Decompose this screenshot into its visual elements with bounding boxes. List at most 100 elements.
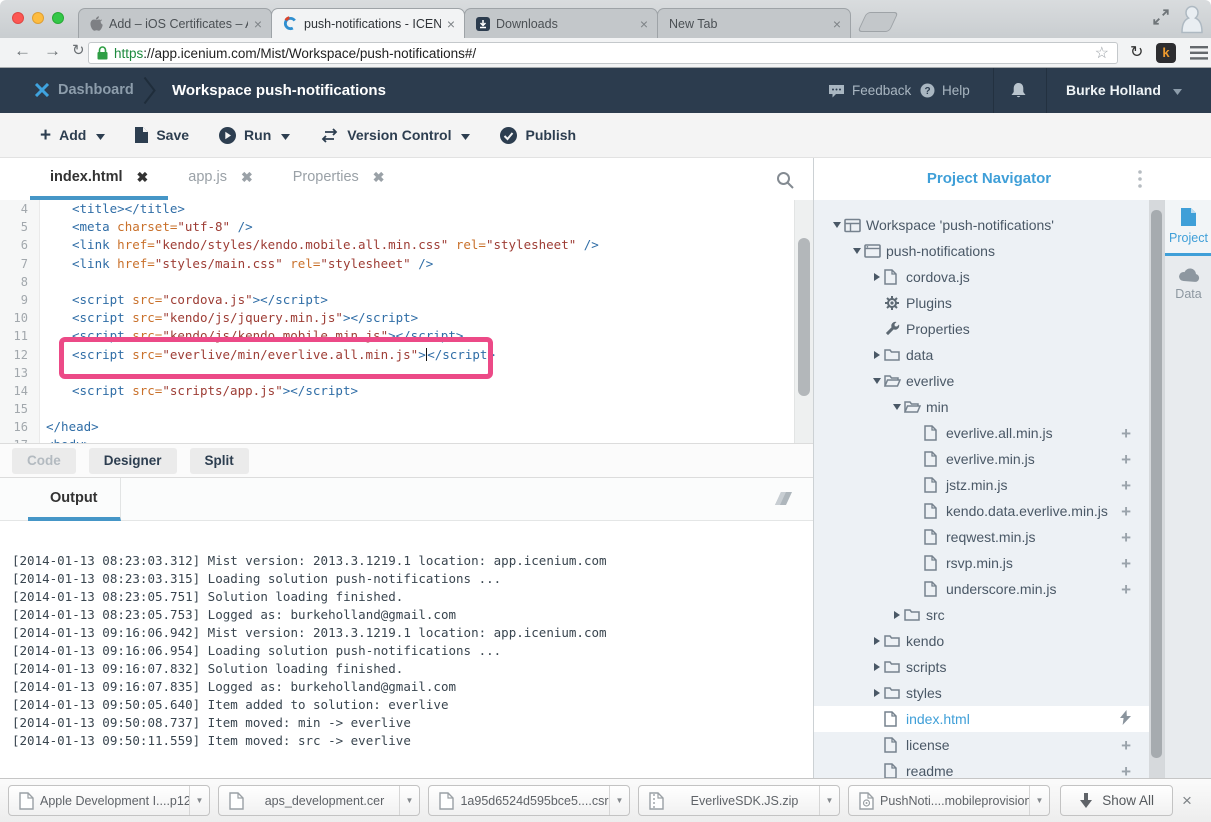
help-button[interactable]: ? Help [920, 83, 970, 98]
collapse-icon[interactable] [870, 378, 884, 384]
download-item-menu-icon[interactable]: ▼ [1029, 786, 1049, 815]
add-item-icon[interactable]: + [1121, 529, 1131, 546]
add-item-icon[interactable]: + [1121, 555, 1131, 572]
code-line[interactable]: 14<script src="scripts/app.js"></script> [0, 382, 813, 400]
back-icon[interactable]: ← [14, 41, 31, 61]
tab-close-icon[interactable]: ✖ [137, 169, 149, 186]
tab-close-icon[interactable]: × [640, 17, 648, 31]
tree-item-scripts[interactable]: scripts [814, 654, 1149, 680]
download-item-menu-icon[interactable]: ▼ [819, 786, 839, 815]
add-item-icon[interactable]: + [1121, 477, 1131, 494]
side-tab-data[interactable]: Data [1165, 256, 1211, 312]
save-button[interactable]: Save [135, 127, 189, 143]
tree-item-properties[interactable]: Properties [814, 316, 1149, 342]
code-line[interactable]: 10<script src="kendo/js/jquery.min.js"><… [0, 309, 813, 327]
zoom-window-button[interactable] [52, 12, 64, 24]
code-editor[interactable]: 4<title></title>5<meta charset="utf-8" /… [0, 200, 813, 443]
tree-item-readme[interactable]: readme+ [814, 758, 1149, 778]
browser-tab[interactable]: Downloads× [464, 8, 658, 38]
tab-close-icon[interactable]: ✖ [241, 169, 253, 186]
expand-icon[interactable] [870, 663, 884, 671]
code-line[interactable]: 4<title></title> [0, 200, 813, 218]
add-item-icon[interactable]: + [1121, 581, 1131, 598]
collapse-icon[interactable] [850, 248, 864, 254]
expand-icon[interactable] [870, 689, 884, 697]
side-tab-project[interactable]: Project [1165, 200, 1211, 256]
bookmark-star-icon[interactable]: ☆ [1095, 43, 1109, 63]
tree-item-kendo-data-everlive-min-js[interactable]: kendo.data.everlive.min.js+ [814, 498, 1149, 524]
download-item[interactable]: PushNoti....mobileprovision▼ [848, 785, 1050, 816]
code-line[interactable]: 15 [0, 400, 813, 418]
download-item-menu-icon[interactable]: ▼ [189, 786, 209, 815]
collapse-icon[interactable] [890, 404, 904, 410]
fullscreen-icon[interactable] [1152, 8, 1170, 31]
tab-close-icon[interactable]: × [254, 17, 262, 31]
feedback-button[interactable]: Feedback [828, 83, 911, 98]
tree-scrollbar-thumb[interactable] [1151, 210, 1162, 758]
code-line[interactable]: 9<script src="cordova.js"></script> [0, 291, 813, 309]
code-line[interactable]: 5<meta charset="utf-8" /> [0, 218, 813, 236]
expand-icon[interactable] [870, 273, 884, 281]
url-field[interactable]: https://app.icenium.com/Mist/Workspace/p… [88, 42, 1118, 64]
code-line[interactable]: 8 [0, 273, 813, 291]
tree-item-workspace-push-notifications-[interactable]: Workspace 'push-notifications' [814, 212, 1149, 238]
extension-sync-icon[interactable]: ↻ [1130, 42, 1143, 62]
add-item-icon[interactable]: + [1121, 737, 1131, 754]
tree-item-data[interactable]: data [814, 342, 1149, 368]
add-button[interactable]: + Add [40, 126, 105, 145]
editor-scrollbar[interactable] [794, 200, 813, 443]
add-item-icon[interactable]: + [1121, 425, 1131, 442]
tree-item-everlive[interactable]: everlive [814, 368, 1149, 394]
editor-tab-index-html[interactable]: index.html✖ [30, 158, 168, 200]
tree-scrollbar[interactable] [1149, 200, 1164, 778]
tab-close-icon[interactable]: × [447, 17, 455, 31]
tree-item-cordova-js[interactable]: cordova.js [814, 264, 1149, 290]
add-item-icon[interactable]: + [1121, 763, 1131, 779]
user-silhouette-icon[interactable] [1180, 3, 1204, 41]
clear-output-icon[interactable] [773, 491, 793, 511]
add-item-icon[interactable]: + [1121, 451, 1131, 468]
tree-item-underscore-min-js[interactable]: underscore.min.js+ [814, 576, 1149, 602]
download-item[interactable]: EverliveSDK.JS.zip▼ [638, 785, 840, 816]
publish-button[interactable]: Publish [500, 127, 576, 144]
run-button[interactable]: Run [219, 127, 290, 144]
user-menu[interactable]: Burke Holland [1066, 82, 1182, 98]
search-icon[interactable] [776, 171, 794, 194]
tree-item-plugins[interactable]: Plugins [814, 290, 1149, 316]
download-item[interactable]: Apple Development I....p12▼ [8, 785, 210, 816]
tree-item-push-notifications[interactable]: push-notifications [814, 238, 1149, 264]
tree-item-styles[interactable]: styles [814, 680, 1149, 706]
browser-tab[interactable]: Add – iOS Certificates – A× [78, 8, 272, 38]
code-line[interactable]: 6<link href="kendo/styles/kendo.mobile.a… [0, 236, 813, 254]
breadcrumb-dashboard[interactable]: Dashboard [58, 82, 134, 98]
show-all-downloads-button[interactable]: Show All [1060, 785, 1173, 816]
reload-icon[interactable]: ↻ [72, 41, 85, 59]
collapse-icon[interactable] [830, 222, 844, 228]
tree-item-index-html[interactable]: index.html [814, 706, 1149, 732]
version-control-button[interactable]: Version Control [320, 127, 470, 143]
panel-menu-icon[interactable] [1138, 170, 1142, 193]
minimize-window-button[interactable] [32, 12, 44, 24]
tree-item-rsvp-min-js[interactable]: rsvp.min.js+ [814, 550, 1149, 576]
browser-tab[interactable]: New Tab× [657, 8, 851, 38]
tab-close-icon[interactable]: × [833, 17, 841, 31]
tab-close-icon[interactable]: ✖ [373, 169, 385, 186]
tree-item-everlive-all-min-js[interactable]: everlive.all.min.js+ [814, 420, 1149, 446]
view-mode-designer-button[interactable]: Designer [89, 448, 177, 474]
tree-item-reqwest-min-js[interactable]: reqwest.min.js+ [814, 524, 1149, 550]
expand-icon[interactable] [870, 351, 884, 359]
tree-item-jstz-min-js[interactable]: jstz.min.js+ [814, 472, 1149, 498]
download-item-menu-icon[interactable]: ▼ [399, 786, 419, 815]
output-log[interactable]: [2014-01-13 08:23:03.312] Mist version: … [0, 521, 813, 778]
close-window-button[interactable] [12, 12, 24, 24]
code-line[interactable]: 16</head> [0, 418, 813, 436]
tab-output[interactable]: Output [28, 478, 121, 521]
tree-item-everlive-min-js[interactable]: everlive.min.js+ [814, 446, 1149, 472]
editor-tab-app-js[interactable]: app.js✖ [168, 158, 272, 200]
close-downloads-bar-icon[interactable]: × [1173, 791, 1201, 811]
expand-icon[interactable] [870, 637, 884, 645]
view-mode-split-button[interactable]: Split [190, 448, 249, 474]
download-item-menu-icon[interactable]: ▼ [609, 786, 629, 815]
code-line[interactable]: 7<link href="styles/main.css" rel="style… [0, 255, 813, 273]
new-tab-button[interactable] [857, 12, 898, 32]
